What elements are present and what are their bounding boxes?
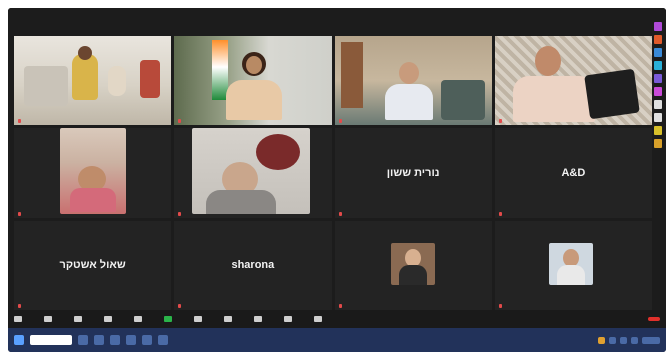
participant-tile-2[interactable]	[174, 36, 332, 126]
more-button[interactable]	[314, 315, 322, 323]
shield-icon	[74, 315, 82, 322]
participant-video	[192, 128, 311, 215]
participant-video	[60, 128, 126, 215]
participant-name-label	[18, 211, 23, 216]
participant-name-label	[498, 304, 504, 308]
camera-icon	[44, 315, 52, 322]
start-video-button[interactable]	[44, 315, 52, 323]
participant-tile-5[interactable]	[14, 128, 172, 218]
participant-name-label	[18, 119, 23, 124]
participant-name-label	[498, 119, 504, 124]
share-screen-button[interactable]	[164, 315, 172, 323]
mic-muted-icon	[498, 304, 502, 308]
emoji-icon	[224, 315, 232, 322]
participant-display-name: שאול אשטקר	[59, 259, 126, 272]
video-feed	[14, 36, 172, 126]
mic-muted-icon	[18, 304, 21, 308]
security-button[interactable]	[74, 315, 82, 323]
participant-tile-10[interactable]: sharona	[174, 220, 332, 310]
monitor-screen: נורית ששון A&D שאול אשטקר sharona	[8, 8, 666, 352]
mic-muted-icon	[338, 119, 342, 124]
mic-muted-icon	[498, 211, 502, 216]
share-screen-icon	[164, 315, 172, 322]
participant-tile-6[interactable]	[174, 128, 332, 218]
unmute-button[interactable]	[14, 315, 22, 323]
video-feed	[494, 36, 652, 126]
mic-muted-icon	[498, 119, 502, 124]
mic-muted-icon	[178, 304, 182, 308]
participant-name-label	[178, 211, 183, 216]
participant-display-name: A&D	[561, 166, 586, 179]
participant-tile-7[interactable]: נורית ששון	[334, 128, 492, 218]
mic-muted-icon	[18, 119, 21, 124]
task-view-icon[interactable]	[78, 335, 88, 345]
profile-picture	[390, 242, 435, 285]
browser-icon[interactable]	[110, 335, 120, 345]
participants-button[interactable]	[104, 315, 112, 323]
taskbar-search-box[interactable]	[30, 335, 72, 345]
whiteboard-icon	[284, 315, 292, 322]
participant-tile-9[interactable]: שאול אשטקר	[14, 220, 172, 310]
volume-icon[interactable]	[620, 336, 627, 344]
participant-grid: נורית ששון A&D שאול אשטקר sharona	[14, 36, 652, 310]
participant-tile-1[interactable]	[14, 36, 172, 126]
zoom-app-icon[interactable]	[126, 335, 136, 345]
mic-muted-icon	[338, 304, 342, 308]
profile-picture	[548, 242, 593, 285]
participant-tile-11[interactable]	[334, 220, 492, 310]
desktop-icon-strip	[654, 22, 664, 152]
participant-name-label	[178, 119, 183, 124]
mail-icon[interactable]	[142, 335, 152, 345]
record-icon	[194, 315, 202, 322]
mic-muted-icon	[338, 211, 342, 216]
participant-name-label	[338, 119, 344, 124]
participant-name-label	[178, 304, 183, 308]
participant-display-name: נורית ששון	[386, 166, 440, 179]
windows-taskbar	[8, 328, 666, 352]
participant-name-label	[338, 211, 344, 216]
battery-icon[interactable]	[631, 336, 638, 344]
video-feed	[174, 36, 332, 126]
participant-tile-3[interactable]	[334, 36, 492, 126]
zoom-meeting-window: נורית ששון A&D שאול אשטקר sharona	[8, 8, 666, 328]
participant-tile-12[interactable]	[494, 220, 652, 310]
mic-muted-icon	[178, 119, 182, 124]
more-dots-icon	[314, 315, 322, 322]
microphone-icon	[14, 315, 22, 322]
apps-icon	[254, 315, 262, 322]
apps-button[interactable]	[254, 315, 262, 323]
clock-icon[interactable]	[642, 336, 660, 344]
network-icon[interactable]	[609, 336, 616, 344]
video-feed	[334, 36, 492, 126]
participant-name-label	[498, 211, 504, 216]
reactions-button[interactable]	[224, 315, 232, 323]
system-tray	[598, 336, 660, 344]
record-button[interactable]	[194, 315, 202, 323]
chat-button[interactable]	[134, 315, 142, 323]
participant-tile-4[interactable]	[494, 36, 652, 126]
file-explorer-icon[interactable]	[94, 335, 104, 345]
participant-display-name: sharona	[231, 259, 275, 272]
chat-bubble-icon	[134, 315, 142, 322]
mic-muted-icon	[18, 211, 21, 216]
meeting-controls-toolbar	[8, 310, 666, 328]
participant-name-label	[18, 304, 23, 308]
whiteboards-button[interactable]	[284, 315, 292, 323]
participant-tile-8[interactable]: A&D	[494, 128, 652, 218]
weather-icon[interactable]	[598, 336, 605, 344]
store-icon[interactable]	[158, 335, 168, 345]
windows-start-icon[interactable]	[14, 335, 24, 345]
people-icon	[104, 315, 112, 322]
end-meeting-button[interactable]	[648, 317, 660, 321]
participant-name-label	[338, 304, 344, 308]
mic-muted-icon	[178, 211, 182, 216]
